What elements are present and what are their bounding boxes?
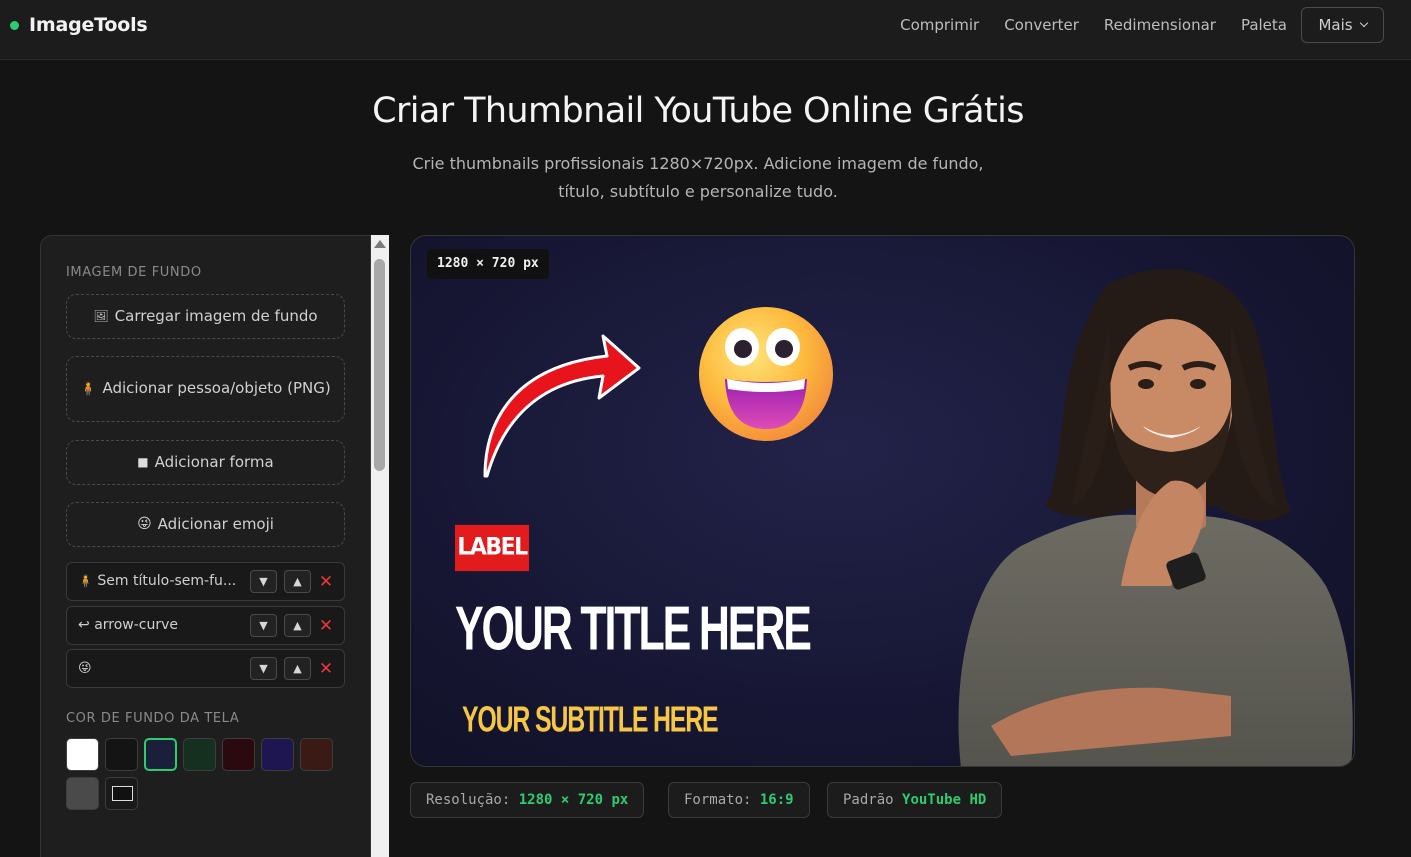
person-icon: 🧍 (80, 382, 97, 397)
layer-name: arrow-curve (94, 617, 179, 633)
layer-label: 🧍 Sem título-sem-fu... (78, 563, 243, 600)
page-subtitle-line-2: título, subtítulo e personalize tudo. (558, 182, 838, 201)
resolution-value: 1280 × 720 px (518, 792, 629, 808)
scrollbar-thumb[interactable] (374, 259, 385, 471)
layer-label: ↩ arrow-curve (78, 607, 243, 644)
chevron-down-icon (1359, 18, 1368, 28)
resolution-pill: Resolução: 1280 × 720 px (410, 782, 645, 818)
square-icon: ■ (137, 455, 149, 469)
delete-layer-button[interactable]: ✕ (317, 570, 335, 593)
color-swatch-navy-selected[interactable] (144, 738, 177, 771)
image-icon: 🖼 (93, 309, 109, 323)
color-swatch-black[interactable] (105, 738, 138, 771)
color-swatch-dark-red[interactable] (222, 738, 255, 771)
layer-item[interactable]: ↩ arrow-curve ▼ ▲ ✕ (66, 606, 345, 645)
editor-sidebar: IMAGEM DE FUNDO 🖼 Carregar imagem de fun… (40, 235, 371, 857)
page-subtitle: Crie thumbnails profissionais 1280×720px… (398, 150, 998, 206)
resolution-label: Resolução: (426, 792, 511, 808)
layer-label: 😜 (78, 650, 243, 687)
brand-name: ImageTools (29, 14, 148, 36)
add-person-text: 🧍 Adicionar pessoa/objeto (PNG) (80, 378, 330, 400)
move-down-button[interactable]: ▼ (250, 570, 277, 593)
layer-item[interactable]: 🧍 Sem título-sem-fu... ▼ ▲ ✕ (66, 562, 345, 601)
sidebar-scrollbar[interactable] (371, 235, 389, 857)
upload-background-button[interactable]: 🖼 Carregar imagem de fundo (66, 294, 345, 339)
move-up-button[interactable]: ▲ (284, 614, 311, 637)
thumbnail-title[interactable]: YOUR TITLE HERE (455, 592, 812, 665)
thumbnail-subtitle[interactable]: YOUR SUBTITLE HERE (462, 700, 719, 741)
brand-dot-icon (10, 20, 19, 30)
canvas-color-section-title: COR DE FUNDO DA TELA (66, 711, 240, 726)
page-title: Criar Thumbnail YouTube Online Grátis (372, 91, 1024, 131)
emoji-icon: 😜 (137, 516, 152, 532)
color-swatch-gray[interactable] (66, 777, 99, 810)
add-person-label: Adicionar pessoa/objeto (PNG) (102, 379, 331, 397)
color-picker-icon (112, 786, 133, 801)
background-section-title: IMAGEM DE FUNDO (66, 265, 202, 280)
add-emoji-label: Adicionar emoji (157, 515, 274, 533)
nav-link-comprimir[interactable]: Comprimir (900, 16, 979, 34)
top-navbar: ImageTools Comprimir Converter Redimensi… (0, 0, 1411, 60)
custom-color-picker[interactable] (105, 777, 138, 810)
page-subtitle-line-1: Crie thumbnails profissionais 1280×720px… (412, 154, 984, 173)
emoji-icon: 😜 (78, 661, 92, 676)
person-icon: 🧍 (78, 574, 93, 588)
grinning-emoji-icon[interactable] (697, 305, 835, 443)
standard-label: Padrão (843, 792, 894, 808)
person-cutout-image[interactable] (931, 256, 1355, 767)
scroll-up-arrow-icon[interactable] (374, 240, 386, 248)
standard-pill: Padrão YouTube HD (827, 782, 1003, 818)
add-shape-label: Adicionar forma (154, 453, 274, 471)
arrow-icon: ↩ (78, 617, 90, 633)
nav-link-converter[interactable]: Converter (1004, 16, 1079, 34)
move-down-button[interactable]: ▼ (250, 657, 277, 680)
color-swatch-white[interactable] (66, 738, 99, 771)
layer-item[interactable]: 😜 ▼ ▲ ✕ (66, 649, 345, 688)
format-value: 16:9 (759, 792, 794, 808)
standard-value: YouTube HD (902, 792, 987, 808)
color-swatch-brown[interactable] (300, 738, 333, 771)
nav-links: Comprimir Converter Redimensionar Paleta… (875, 7, 1384, 43)
delete-layer-button[interactable]: ✕ (317, 657, 335, 680)
canvas-size-badge: 1280 × 720 px (427, 249, 549, 279)
nav-link-redimensionar[interactable]: Redimensionar (1104, 16, 1216, 34)
thumbnail-canvas[interactable]: 1280 × 720 px LABEL YOUR TITLE HERE YOUR… (410, 235, 1355, 767)
layer-name: Sem título-sem-fu... (97, 573, 237, 589)
format-label: Formato: (684, 792, 752, 808)
move-up-button[interactable]: ▲ (284, 657, 311, 680)
nav-link-paleta[interactable]: Paleta (1241, 16, 1287, 34)
color-swatch-indigo[interactable] (261, 738, 294, 771)
move-down-button[interactable]: ▼ (250, 614, 277, 637)
add-shape-button[interactable]: ■ Adicionar forma (66, 440, 345, 485)
color-swatch-dark-green[interactable] (183, 738, 216, 771)
upload-background-label: Carregar imagem de fundo (114, 307, 318, 325)
add-emoji-button[interactable]: 😜 Adicionar emoji (66, 502, 345, 547)
format-pill: Formato: 16:9 (668, 782, 810, 818)
add-person-button[interactable]: 🧍 Adicionar pessoa/objeto (PNG) (66, 356, 345, 422)
curved-arrow-icon[interactable] (477, 328, 647, 483)
more-dropdown-button[interactable]: Mais (1301, 7, 1384, 43)
delete-layer-button[interactable]: ✕ (317, 614, 335, 637)
label-badge[interactable]: LABEL (455, 524, 529, 572)
brand-logo[interactable]: ImageTools (10, 14, 148, 36)
move-up-button[interactable]: ▲ (284, 570, 311, 593)
more-label: Mais (1318, 16, 1353, 34)
